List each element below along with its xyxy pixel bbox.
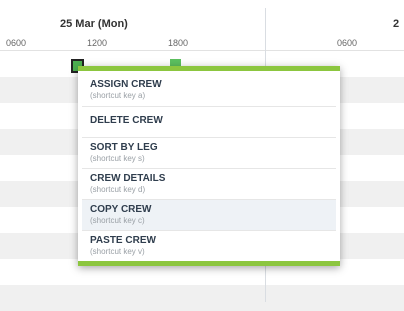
menu-item-label: COPY CREW bbox=[90, 204, 152, 215]
tick-label: 1800 bbox=[168, 38, 189, 48]
menu-item-sort-by-leg[interactable]: SORT BY LEG (shortcut key s) bbox=[82, 137, 336, 168]
menu-item-label: CREW DETAILS bbox=[90, 173, 166, 184]
tick-label: 0600 bbox=[6, 38, 27, 48]
menu-item-hint: (shortcut key d) bbox=[90, 185, 146, 194]
timeline-header: 25 Mar (Mon) 2 0600 1200 1800 0600 bbox=[0, 0, 404, 50]
context-menu: ASSIGN CREW (shortcut key a) DELETE CREW… bbox=[78, 66, 340, 266]
menu-item-label: ASSIGN CREW bbox=[90, 79, 162, 90]
menu-item-assign-crew[interactable]: ASSIGN CREW (shortcut key a) bbox=[82, 75, 336, 106]
crew-row[interactable] bbox=[0, 285, 404, 311]
menu-item-label: DELETE CREW bbox=[90, 115, 163, 126]
menu-item-delete-crew[interactable]: DELETE CREW bbox=[82, 106, 336, 137]
menu-item-hint: (shortcut key a) bbox=[90, 91, 146, 100]
menu-item-crew-details[interactable]: CREW DETAILS (shortcut key d) bbox=[82, 168, 336, 199]
menu-item-label: SORT BY LEG bbox=[90, 142, 158, 153]
tick-label: 1200 bbox=[87, 38, 108, 48]
menu-item-label: PASTE CREW bbox=[90, 235, 156, 246]
tick-label: 0600 bbox=[337, 38, 358, 48]
date-label-next: 2 bbox=[393, 18, 400, 30]
menu-item-copy-crew[interactable]: COPY CREW (shortcut key c) bbox=[82, 199, 336, 230]
menu-item-hint: (shortcut key s) bbox=[90, 154, 145, 163]
menu-item-hint: (shortcut key v) bbox=[90, 247, 145, 256]
date-label: 25 Mar (Mon) bbox=[60, 18, 128, 30]
menu-item-hint: (shortcut key c) bbox=[90, 216, 145, 225]
menu-item-paste-crew[interactable]: PASTE CREW (shortcut key v) bbox=[82, 230, 336, 261]
